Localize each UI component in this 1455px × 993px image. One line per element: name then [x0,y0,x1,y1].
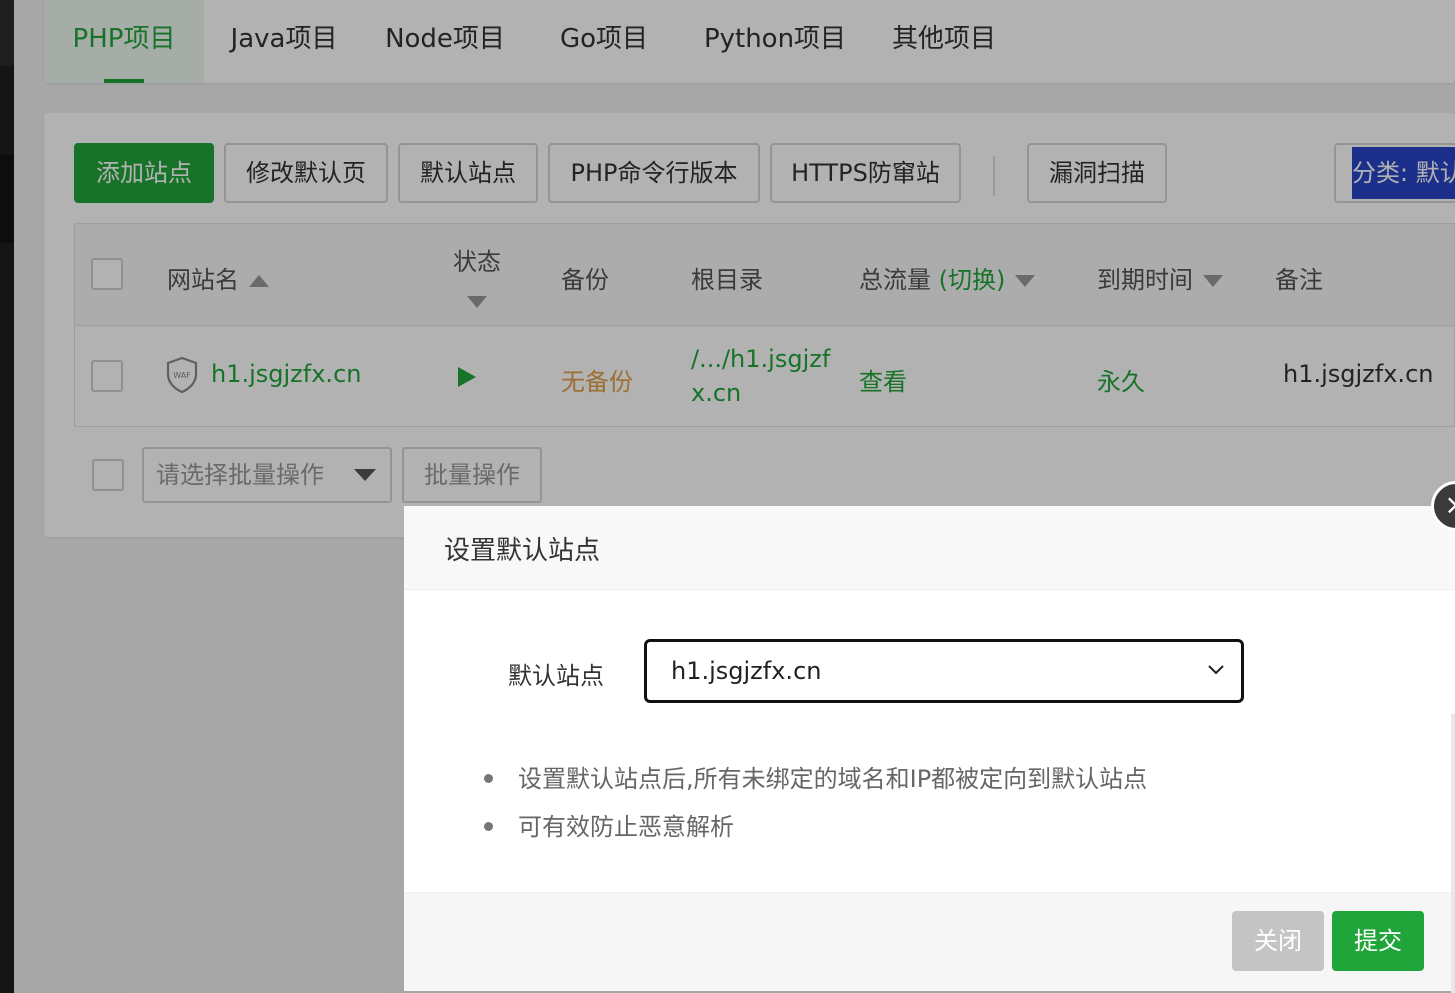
tip-item: 可有效防止恶意解析 [484,810,1147,858]
bullet-icon [484,822,493,831]
default-site-select[interactable]: h1.jsgjzfx.cn [644,639,1244,703]
dialog-edge [1451,714,1455,993]
bullet-icon [484,774,493,783]
dialog-title: 设置默认站点 [444,536,601,566]
default-site-label: 默认站点 [508,662,604,690]
close-button[interactable]: 关闭 [1232,911,1324,971]
dialog-header: 设置默认站点 [404,506,1455,590]
dialog-tips: 设置默认站点后,所有未绑定的域名和IP都被定向到默认站点 可有效防止恶意解析 [484,762,1147,858]
chevron-down-icon [1208,665,1224,675]
dialog-footer: 关闭 提交 [404,892,1455,991]
set-default-site-dialog: 设置默认站点 默认站点 h1.jsgjzfx.cn 设置默认站点后,所有未绑定的… [404,506,1455,991]
tip-item: 设置默认站点后,所有未绑定的域名和IP都被定向到默认站点 [484,762,1147,810]
submit-button[interactable]: 提交 [1332,911,1424,971]
